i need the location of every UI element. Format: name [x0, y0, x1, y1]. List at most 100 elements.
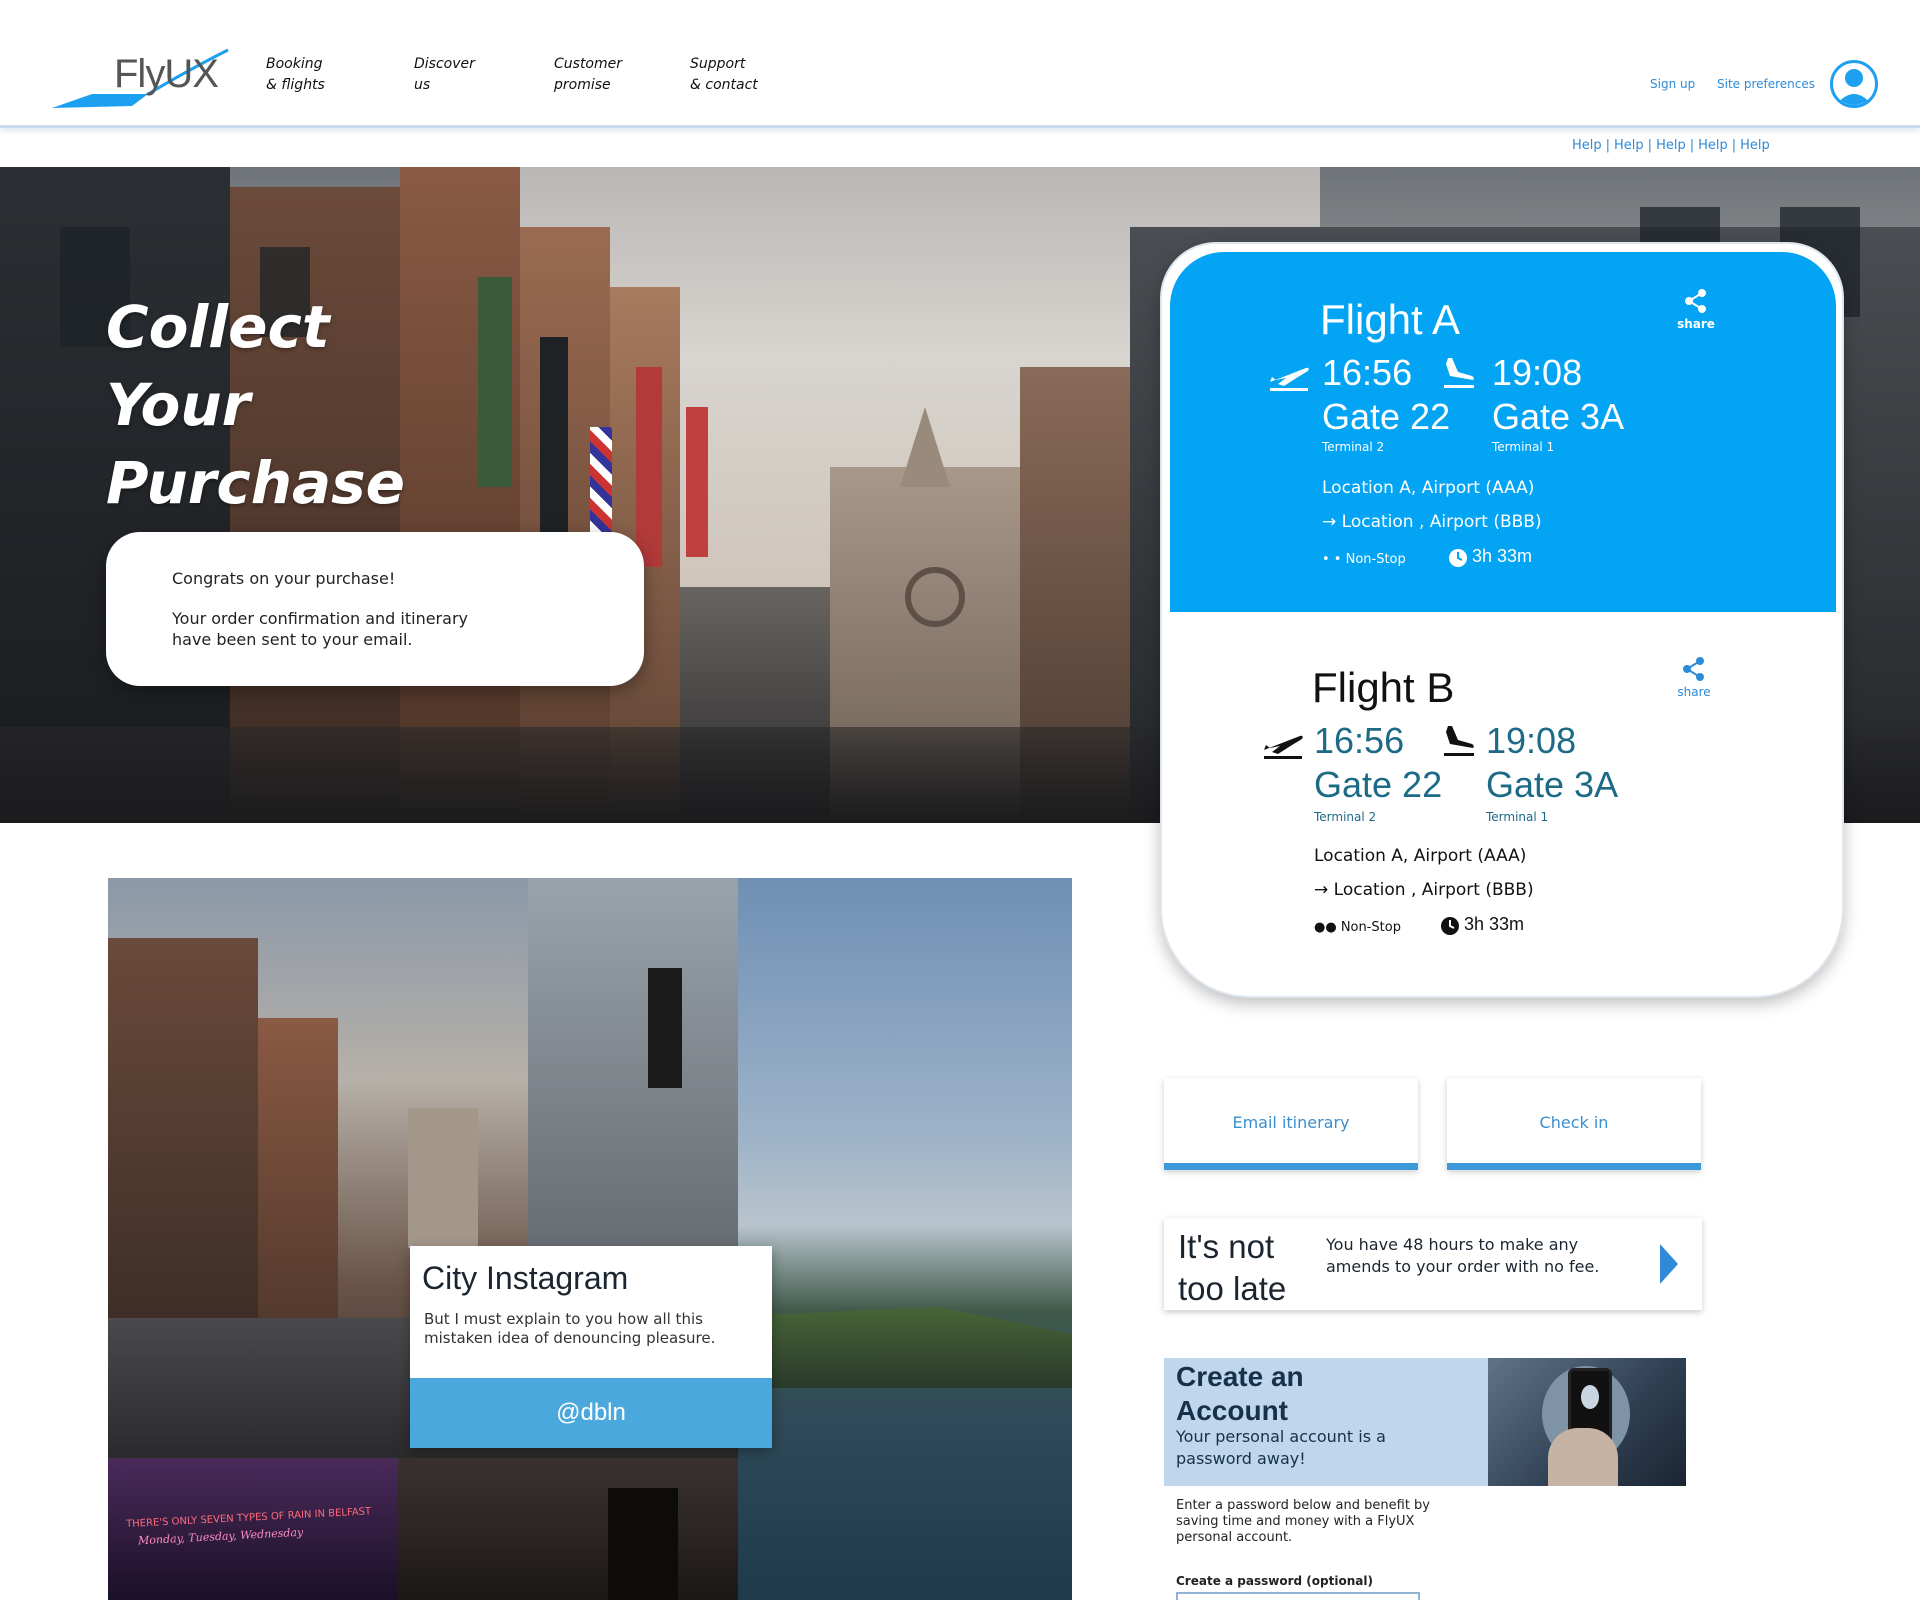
- departure-time: 16:56: [1322, 352, 1413, 393]
- create-account-description: Enter a password below and benefit by sa…: [1176, 1498, 1430, 1545]
- help-separator: |: [1647, 138, 1653, 153]
- flight-duration: 3h 33m: [1472, 546, 1533, 566]
- share-label: share: [1677, 317, 1715, 331]
- instagram-handle-button[interactable]: @dbln: [410, 1378, 772, 1448]
- departure-terminal: Terminal 2: [1322, 440, 1385, 454]
- hero-title-line: Collect: [106, 293, 330, 361]
- origin-location: Location A, Airport (AAA): [1314, 846, 1527, 866]
- city-instagram-card: City Instagram But I must explain to you…: [410, 1246, 772, 1448]
- help-links-bar: Help | Help | Help | Help | Help: [1572, 138, 1770, 153]
- neon-sign-script: Monday, Tuesday, Wednesday: [137, 1525, 304, 1548]
- nav-line: promise: [554, 77, 611, 93]
- amend-order-banner[interactable]: It's not too late You have 48 hours to m…: [1164, 1218, 1702, 1310]
- password-label: Create a password (optional): [1176, 1574, 1373, 1588]
- share-icon: [1685, 289, 1706, 313]
- hero-sign: [636, 367, 662, 567]
- hero-sign: [686, 407, 708, 557]
- flight-itinerary-card: Flight A share 16:56 19:08 Gate 22 Gate …: [1160, 242, 1844, 998]
- flight-title: Flight B: [1312, 664, 1455, 711]
- nav-line: us: [414, 77, 431, 93]
- street-sign: [648, 968, 682, 1088]
- amend-heading: It's not too late: [1178, 1226, 1286, 1310]
- flight-title: Flight A: [1320, 296, 1461, 343]
- departure-terminal: Terminal 2: [1314, 810, 1377, 824]
- takeoff-icon: [1270, 367, 1309, 391]
- help-separator: |: [1605, 138, 1611, 153]
- amend-heading-line: too late: [1178, 1270, 1287, 1307]
- arrival-time: 19:08: [1492, 352, 1583, 393]
- hero-title: Collect Your Purchase: [106, 288, 405, 522]
- nav-line: Booking: [266, 56, 323, 72]
- sign-up-link[interactable]: Sign up: [1650, 77, 1695, 91]
- flight-duration: 3h 33m: [1464, 914, 1525, 934]
- doorway-photo: [398, 1458, 738, 1600]
- photo-hand: [1548, 1428, 1618, 1486]
- departure-gate: Gate 22: [1314, 764, 1443, 805]
- help-link[interactable]: Help: [1572, 138, 1602, 153]
- departure-time: 16:56: [1314, 720, 1405, 761]
- selfie-photo: [1488, 1358, 1686, 1486]
- flyux-logo[interactable]: FlyUX: [52, 44, 232, 112]
- check-in-button[interactable]: Check in: [1447, 1078, 1701, 1170]
- hero-building: [400, 167, 520, 823]
- arrival-gate: Gate 3A: [1492, 396, 1625, 437]
- user-avatar-icon[interactable]: [1830, 60, 1878, 108]
- create-account-banner: Create an Account Your personal account …: [1164, 1358, 1686, 1486]
- phone-screen-face: [1581, 1385, 1599, 1409]
- arrival-terminal: Terminal 1: [1492, 440, 1555, 454]
- neon-sign-photo: THERE'S ONLY SEVEN TYPES OF RAIN IN BELF…: [108, 1458, 398, 1600]
- password-input[interactable]: [1176, 1592, 1420, 1600]
- site-preferences-link[interactable]: Site preferences: [1717, 77, 1815, 91]
- arrival-gate: Gate 3A: [1486, 764, 1619, 805]
- help-link[interactable]: Help: [1740, 138, 1770, 153]
- site-header: FlyUX Booking & flights Discover us Cust…: [0, 0, 1920, 128]
- clock-icon: [1441, 917, 1459, 935]
- hero-sign: [478, 277, 512, 487]
- cliffs-photo: [738, 878, 1072, 1600]
- arrival-time: 19:08: [1486, 720, 1577, 761]
- nav-line: & flights: [266, 77, 325, 93]
- user-silhouette-icon: [1836, 69, 1872, 105]
- share-button[interactable]: share: [1672, 656, 1716, 699]
- account-title-line: Account: [1176, 1395, 1288, 1426]
- arrival-terminal: Terminal 1: [1486, 810, 1549, 824]
- confirmation-line: Your order confirmation and itinerary: [172, 609, 468, 628]
- doorway: [608, 1488, 678, 1600]
- help-link[interactable]: Help: [1656, 138, 1686, 153]
- nav-support-contact[interactable]: Support & contact: [690, 54, 758, 96]
- nav-line: Discover: [414, 56, 475, 72]
- neon-sign-text: THERE'S ONLY SEVEN TYPES OF RAIN IN BELF…: [125, 1506, 372, 1531]
- nav-line: Support: [690, 56, 746, 72]
- amend-heading-line: It's not: [1178, 1228, 1275, 1265]
- logo-text: FlyUX: [114, 52, 219, 96]
- help-link[interactable]: Help: [1614, 138, 1644, 153]
- hero-title-line: Your: [106, 371, 251, 439]
- street-church: [408, 1108, 478, 1248]
- hero-title-line: Purchase: [106, 449, 406, 517]
- cliff-edge: [738, 1307, 1072, 1388]
- amend-text: You have 48 hours to make any amends to …: [1326, 1235, 1600, 1276]
- email-itinerary-button[interactable]: Email itinerary: [1164, 1078, 1418, 1170]
- chevron-right-icon[interactable]: [1658, 1242, 1680, 1286]
- landing-icon: [1444, 358, 1474, 388]
- city-photo-collage: THERE'S ONLY SEVEN TYPES OF RAIN IN BELF…: [108, 878, 1072, 1600]
- departure-gate: Gate 22: [1322, 396, 1451, 437]
- nav-line: Customer: [554, 56, 623, 72]
- stops-info: ●● Non-Stop: [1314, 920, 1401, 935]
- share-icon: [1683, 657, 1704, 681]
- flight-b-panel: Flight B share 16:56 19:08 Gate 22 Gate …: [1162, 624, 1842, 990]
- share-button[interactable]: share: [1674, 288, 1718, 331]
- landing-icon: [1444, 726, 1474, 756]
- nav-discover-us[interactable]: Discover us: [414, 54, 475, 96]
- help-link[interactable]: Help: [1698, 138, 1728, 153]
- instagram-title: City Instagram: [422, 1260, 629, 1296]
- nav-line: & contact: [690, 77, 758, 93]
- confirmation-line: have been sent to your email.: [172, 630, 413, 649]
- help-separator: |: [1689, 138, 1695, 153]
- nav-booking-flights[interactable]: Booking & flights: [266, 54, 325, 96]
- account-title-line: Create an: [1176, 1361, 1304, 1392]
- hero-rose-window: [905, 567, 965, 627]
- origin-location: Location A, Airport (AAA): [1322, 478, 1535, 498]
- destination-location: → Location , Airport (BBB): [1322, 512, 1542, 532]
- nav-customer-promise[interactable]: Customer promise: [554, 54, 622, 96]
